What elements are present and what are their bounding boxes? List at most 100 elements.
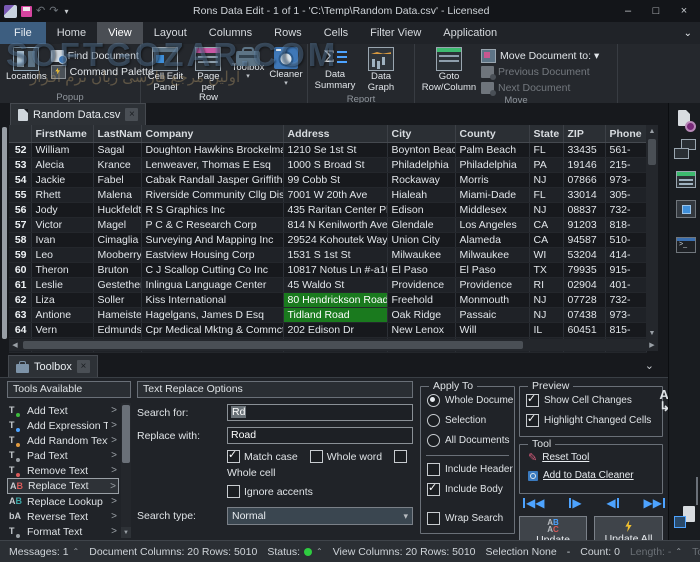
whole-cell-checkbox[interactable] — [394, 450, 407, 463]
scroll-down-icon[interactable]: ▼ — [646, 327, 658, 339]
cell[interactable]: 08837 — [563, 203, 605, 218]
column-header-lastname[interactable]: LastName — [93, 125, 141, 143]
menu-tab-rows[interactable]: Rows — [263, 22, 313, 44]
include-body-checkbox[interactable] — [427, 483, 440, 496]
menu-tab-columns[interactable]: Columns — [198, 22, 263, 44]
toolbox-tab[interactable]: Toolbox × — [8, 355, 98, 377]
cell[interactable]: Los Angeles — [455, 218, 529, 233]
cell[interactable]: Surveying And Mapping Inc — [141, 233, 283, 248]
cell[interactable]: RI — [529, 278, 563, 293]
cell[interactable]: Magel — [93, 218, 141, 233]
tool-item-replace-lookup[interactable]: ABReplace Lookup> — [7, 494, 119, 509]
cell[interactable]: TX — [529, 263, 563, 278]
cell[interactable]: FL — [529, 188, 563, 203]
match-case-checkbox[interactable] — [227, 450, 240, 463]
cell[interactable]: Alameda — [455, 233, 529, 248]
reset-tool-link[interactable]: Reset Tool — [542, 452, 589, 463]
console-icon[interactable] — [674, 233, 696, 255]
app-icon[interactable] — [4, 5, 17, 18]
tool-item-pad-text[interactable]: TPad Text> — [7, 448, 119, 463]
cell[interactable]: 435 Raritan Center Pky — [283, 203, 387, 218]
document-info-icon[interactable] — [674, 110, 696, 132]
row-number-header[interactable] — [9, 125, 31, 143]
cell[interactable]: Vern — [31, 323, 93, 338]
cell[interactable]: Milwaukee — [455, 248, 529, 263]
cell[interactable]: 732- — [605, 293, 646, 308]
cell[interactable]: NJ — [529, 173, 563, 188]
cell[interactable]: 305- — [605, 188, 646, 203]
windows-layout-icon[interactable] — [674, 139, 696, 161]
cell[interactable]: Edison — [387, 203, 455, 218]
tools-scroll-down-icon[interactable]: ▼ — [121, 527, 131, 538]
minimize-button[interactable]: – — [614, 1, 642, 21]
menu-tab-home[interactable]: Home — [46, 22, 97, 44]
previous-match-button[interactable]: ◀ — [606, 496, 618, 510]
cell[interactable]: 60451 — [563, 323, 605, 338]
close-button[interactable]: × — [670, 1, 698, 21]
find-document-button[interactable]: Find Document — [51, 48, 154, 63]
cell[interactable]: Cabak Randall Jasper Griffiths — [141, 173, 283, 188]
cell[interactable]: Cpr Medical Mktng & Commctn — [141, 323, 283, 338]
cell[interactable]: CA — [529, 218, 563, 233]
cell[interactable]: NJ — [529, 308, 563, 323]
data-summary-button[interactable]: Σ Data Summary — [310, 46, 360, 92]
cell[interactable]: Tidland Road — [283, 308, 387, 323]
cell[interactable]: Palm Beach — [455, 143, 529, 158]
cell[interactable]: Morris — [455, 173, 529, 188]
scroll-right-icon[interactable]: ▶ — [646, 339, 658, 351]
document-compare-icon[interactable] — [674, 506, 696, 528]
next-match-button[interactable]: ▶ — [569, 496, 581, 510]
tool-item-format-text[interactable]: TFormat Text> — [7, 524, 119, 538]
cell[interactable]: Jody — [31, 203, 93, 218]
row-number[interactable]: 53 — [9, 158, 31, 173]
data-graph-button[interactable]: Data Graph — [360, 46, 402, 94]
horizontal-scroll-thumb[interactable] — [23, 341, 523, 349]
cleaner-button[interactable]: Cleaner ▾ — [267, 46, 305, 88]
grid-left-indicator-bar[interactable] — [2, 127, 7, 339]
search-input[interactable]: Rd — [227, 404, 413, 421]
cell[interactable]: Huckfeldt — [93, 203, 141, 218]
cell[interactable]: Rhett — [31, 188, 93, 203]
cell[interactable]: NJ — [529, 203, 563, 218]
cell[interactable]: Oak Ridge — [387, 308, 455, 323]
cell[interactable]: P C & C Research Corp — [141, 218, 283, 233]
move-document-to-button[interactable]: Move Document to: ▾ — [481, 48, 599, 63]
whole-document-radio[interactable] — [427, 394, 440, 407]
highlight-changed-cells-checkbox[interactable] — [526, 414, 539, 427]
cell[interactable]: Leo — [31, 248, 93, 263]
cell[interactable]: 99 Cobb St — [283, 173, 387, 188]
vertical-scroll-thumb[interactable] — [648, 139, 656, 165]
cell[interactable]: William — [31, 143, 93, 158]
cell[interactable]: Sagal — [93, 143, 141, 158]
grid-horizontal-scrollbar[interactable]: ◀ ▶ — [9, 339, 658, 351]
tool-item-add-text[interactable]: TAdd Text> — [7, 403, 119, 418]
add-to-data-cleaner-link[interactable]: Add to Data Cleaner — [543, 470, 634, 481]
cell[interactable]: Milwaukee — [387, 248, 455, 263]
cell[interactable]: Gestether — [93, 278, 141, 293]
column-header-address[interactable]: Address — [283, 125, 387, 143]
command-palette-button[interactable]: Command Palette — [51, 64, 154, 79]
cell[interactable]: Kiss International — [141, 293, 283, 308]
tool-item-add-random-text[interactable]: TAdd Random Text> — [7, 433, 119, 448]
last-match-button[interactable]: ▶▶ — [644, 496, 665, 510]
column-header-zip[interactable]: ZIP — [563, 125, 605, 143]
messages-status[interactable]: Messages: 1⌃ — [4, 546, 84, 558]
cell[interactable]: 1210 Se 1st St — [283, 143, 387, 158]
cell[interactable]: Soller — [93, 293, 141, 308]
cell[interactable]: Glendale — [387, 218, 455, 233]
cell[interactable]: Cimaglia — [93, 233, 141, 248]
cell[interactable]: Edmundson — [93, 323, 141, 338]
toolbox-tab-close-icon[interactable]: × — [77, 360, 90, 373]
toolbox-button[interactable]: Toolbox ▾ — [229, 46, 267, 81]
cell[interactable]: Ivan — [31, 233, 93, 248]
cell[interactable]: 215- — [605, 158, 646, 173]
column-header-county[interactable]: County — [455, 125, 529, 143]
row-number[interactable]: 61 — [9, 278, 31, 293]
tool-item-add-expression-text[interactable]: TAdd Expression Text> — [7, 418, 119, 433]
cell[interactable]: Inlingua Language Center — [141, 278, 283, 293]
cell[interactable]: Freehold — [387, 293, 455, 308]
cell[interactable]: 7001 W 20th Ave — [283, 188, 387, 203]
row-number[interactable]: 60 — [9, 263, 31, 278]
column-header-firstname[interactable]: FirstName — [31, 125, 93, 143]
cell[interactable]: 79935 — [563, 263, 605, 278]
